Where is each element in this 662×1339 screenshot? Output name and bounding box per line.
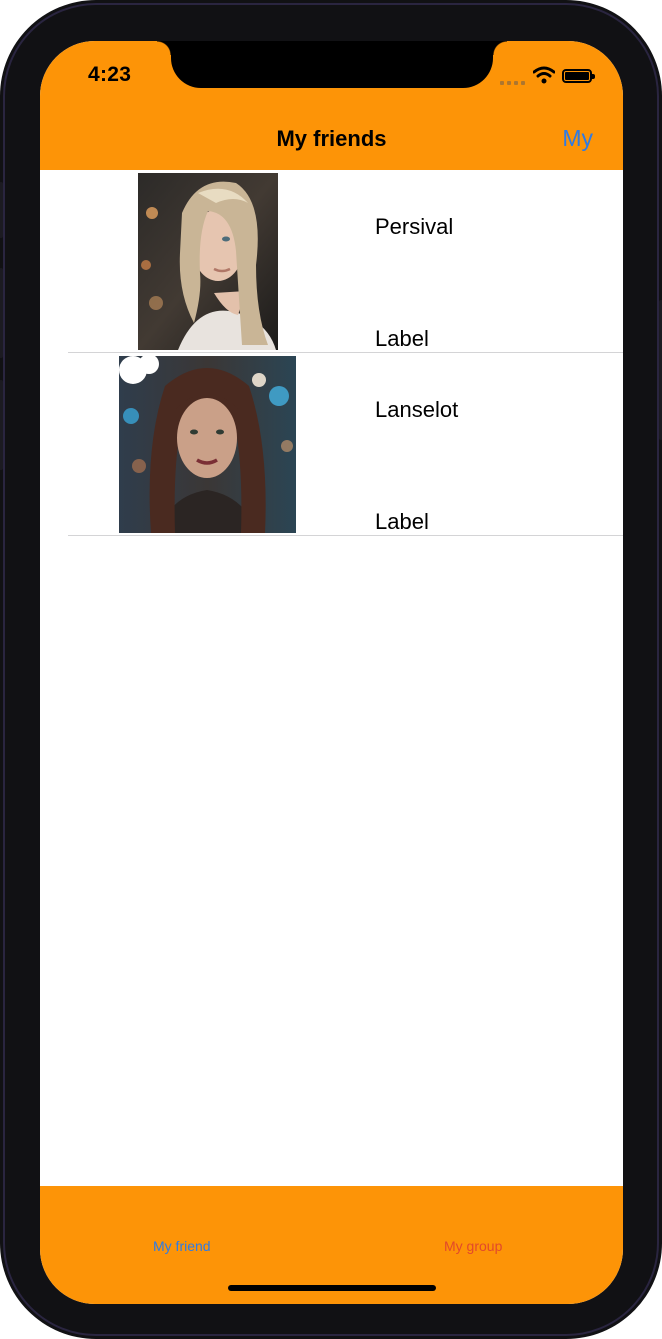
side-button-volume-down bbox=[0, 380, 3, 470]
screen: 4:23 My friends My Persival Label Lansel… bbox=[40, 41, 623, 1304]
battery-icon bbox=[562, 69, 595, 83]
friend-row-persival[interactable]: Persival Label bbox=[40, 170, 623, 353]
tab-my-group[interactable]: My group bbox=[444, 1238, 502, 1254]
avatar-image bbox=[138, 173, 278, 350]
friend-row-lanselot[interactable]: Lanselot Label bbox=[40, 353, 623, 536]
friends-table: Persival Label Lanselot Label bbox=[40, 170, 623, 536]
page-title: My friends bbox=[276, 126, 387, 151]
tab-my-friend[interactable]: My friend bbox=[153, 1238, 211, 1254]
tab-bar: My friend My group bbox=[40, 1186, 623, 1304]
device-frame: 4:23 My friends My Persival Label Lansel… bbox=[0, 0, 662, 1339]
home-indicator[interactable] bbox=[228, 1285, 436, 1291]
cellular-signal-icon bbox=[500, 79, 526, 85]
wifi-icon bbox=[532, 66, 556, 84]
side-button-volume-up bbox=[0, 268, 3, 358]
my-nav-button[interactable]: My bbox=[562, 125, 593, 152]
friend-name-label: Persival bbox=[375, 214, 454, 239]
friend-detail-label: Label bbox=[375, 509, 429, 534]
row-separator bbox=[68, 535, 623, 536]
device-notch bbox=[157, 41, 507, 88]
friend-detail-label: Label bbox=[375, 326, 429, 351]
avatar-image bbox=[119, 356, 296, 533]
status-time: 4:23 bbox=[88, 63, 132, 86]
friend-name-label: Lanselot bbox=[375, 397, 459, 422]
side-button-mute bbox=[0, 182, 3, 238]
